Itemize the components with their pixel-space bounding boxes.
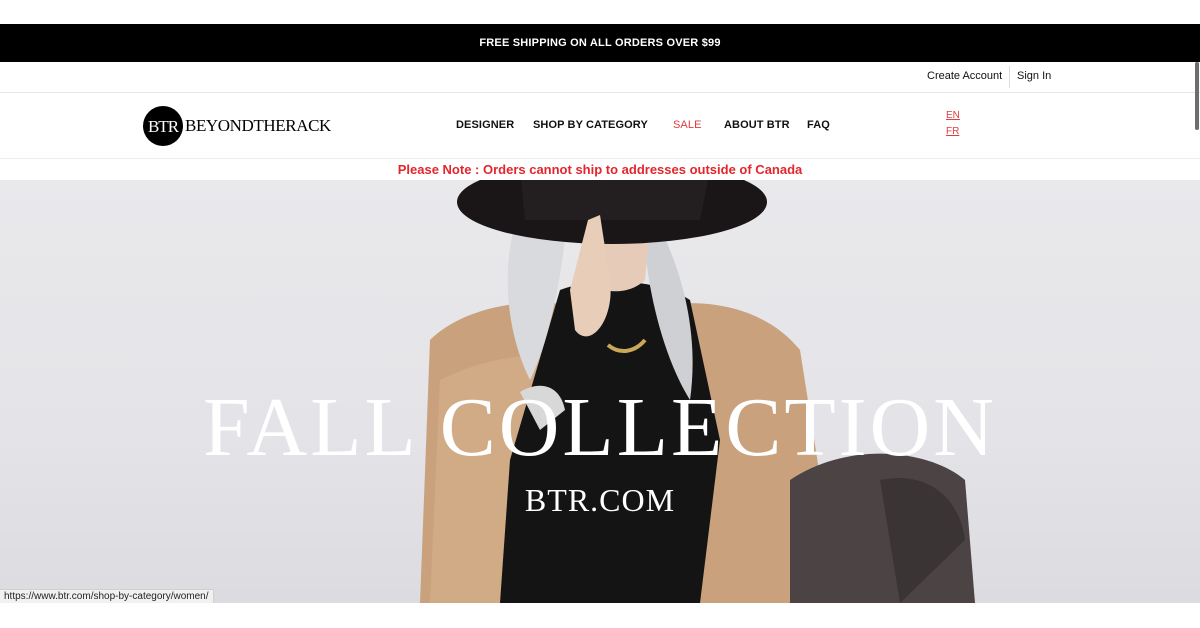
svg-text:BTR: BTR xyxy=(148,117,180,136)
nav-shop-by-category[interactable]: SHOP BY CATEGORY xyxy=(533,119,648,131)
language-fr-link[interactable]: FR xyxy=(946,126,959,137)
nav-sale[interactable]: SALE xyxy=(673,119,702,131)
nav-designer[interactable]: DESIGNER xyxy=(456,119,514,131)
create-account-link[interactable]: Create Account xyxy=(927,70,1002,82)
hero-subtitle: BTR.COM xyxy=(524,482,676,518)
nav-faq[interactable]: FAQ xyxy=(807,119,830,131)
promo-text: FREE SHIPPING ON ALL ORDERS OVER $99 xyxy=(479,37,721,49)
hero-title: FALL COLLECTION xyxy=(203,381,997,474)
top-spacer xyxy=(0,0,1200,24)
hero-banner[interactable]: FALL COLLECTION BTR.COM xyxy=(0,180,1200,603)
site-logo[interactable]: BTR BEYONDTHERACK xyxy=(143,106,331,146)
shipping-notice: Please Note : Orders cannot ship to addr… xyxy=(0,159,1200,180)
shipping-notice-text: Please Note : Orders cannot ship to addr… xyxy=(397,162,803,177)
account-bar: Create Account Sign In xyxy=(0,62,1200,93)
main-header: BTR BEYONDTHERACK DESIGNER SHOP BY CATEG… xyxy=(0,93,1200,159)
nav-about-btr[interactable]: ABOUT BTR xyxy=(724,119,790,131)
promo-bar: FREE SHIPPING ON ALL ORDERS OVER $99 xyxy=(0,24,1200,62)
sign-in-link[interactable]: Sign In xyxy=(1017,70,1051,82)
logo-wordmark: BEYONDTHERACK xyxy=(185,116,331,135)
bottom-spacer xyxy=(0,603,1200,628)
btr-logo-icon: BTR xyxy=(143,106,183,146)
language-en-link[interactable]: EN xyxy=(946,110,960,121)
scrollbar-thumb[interactable] xyxy=(1195,62,1199,130)
account-divider xyxy=(1009,66,1010,88)
